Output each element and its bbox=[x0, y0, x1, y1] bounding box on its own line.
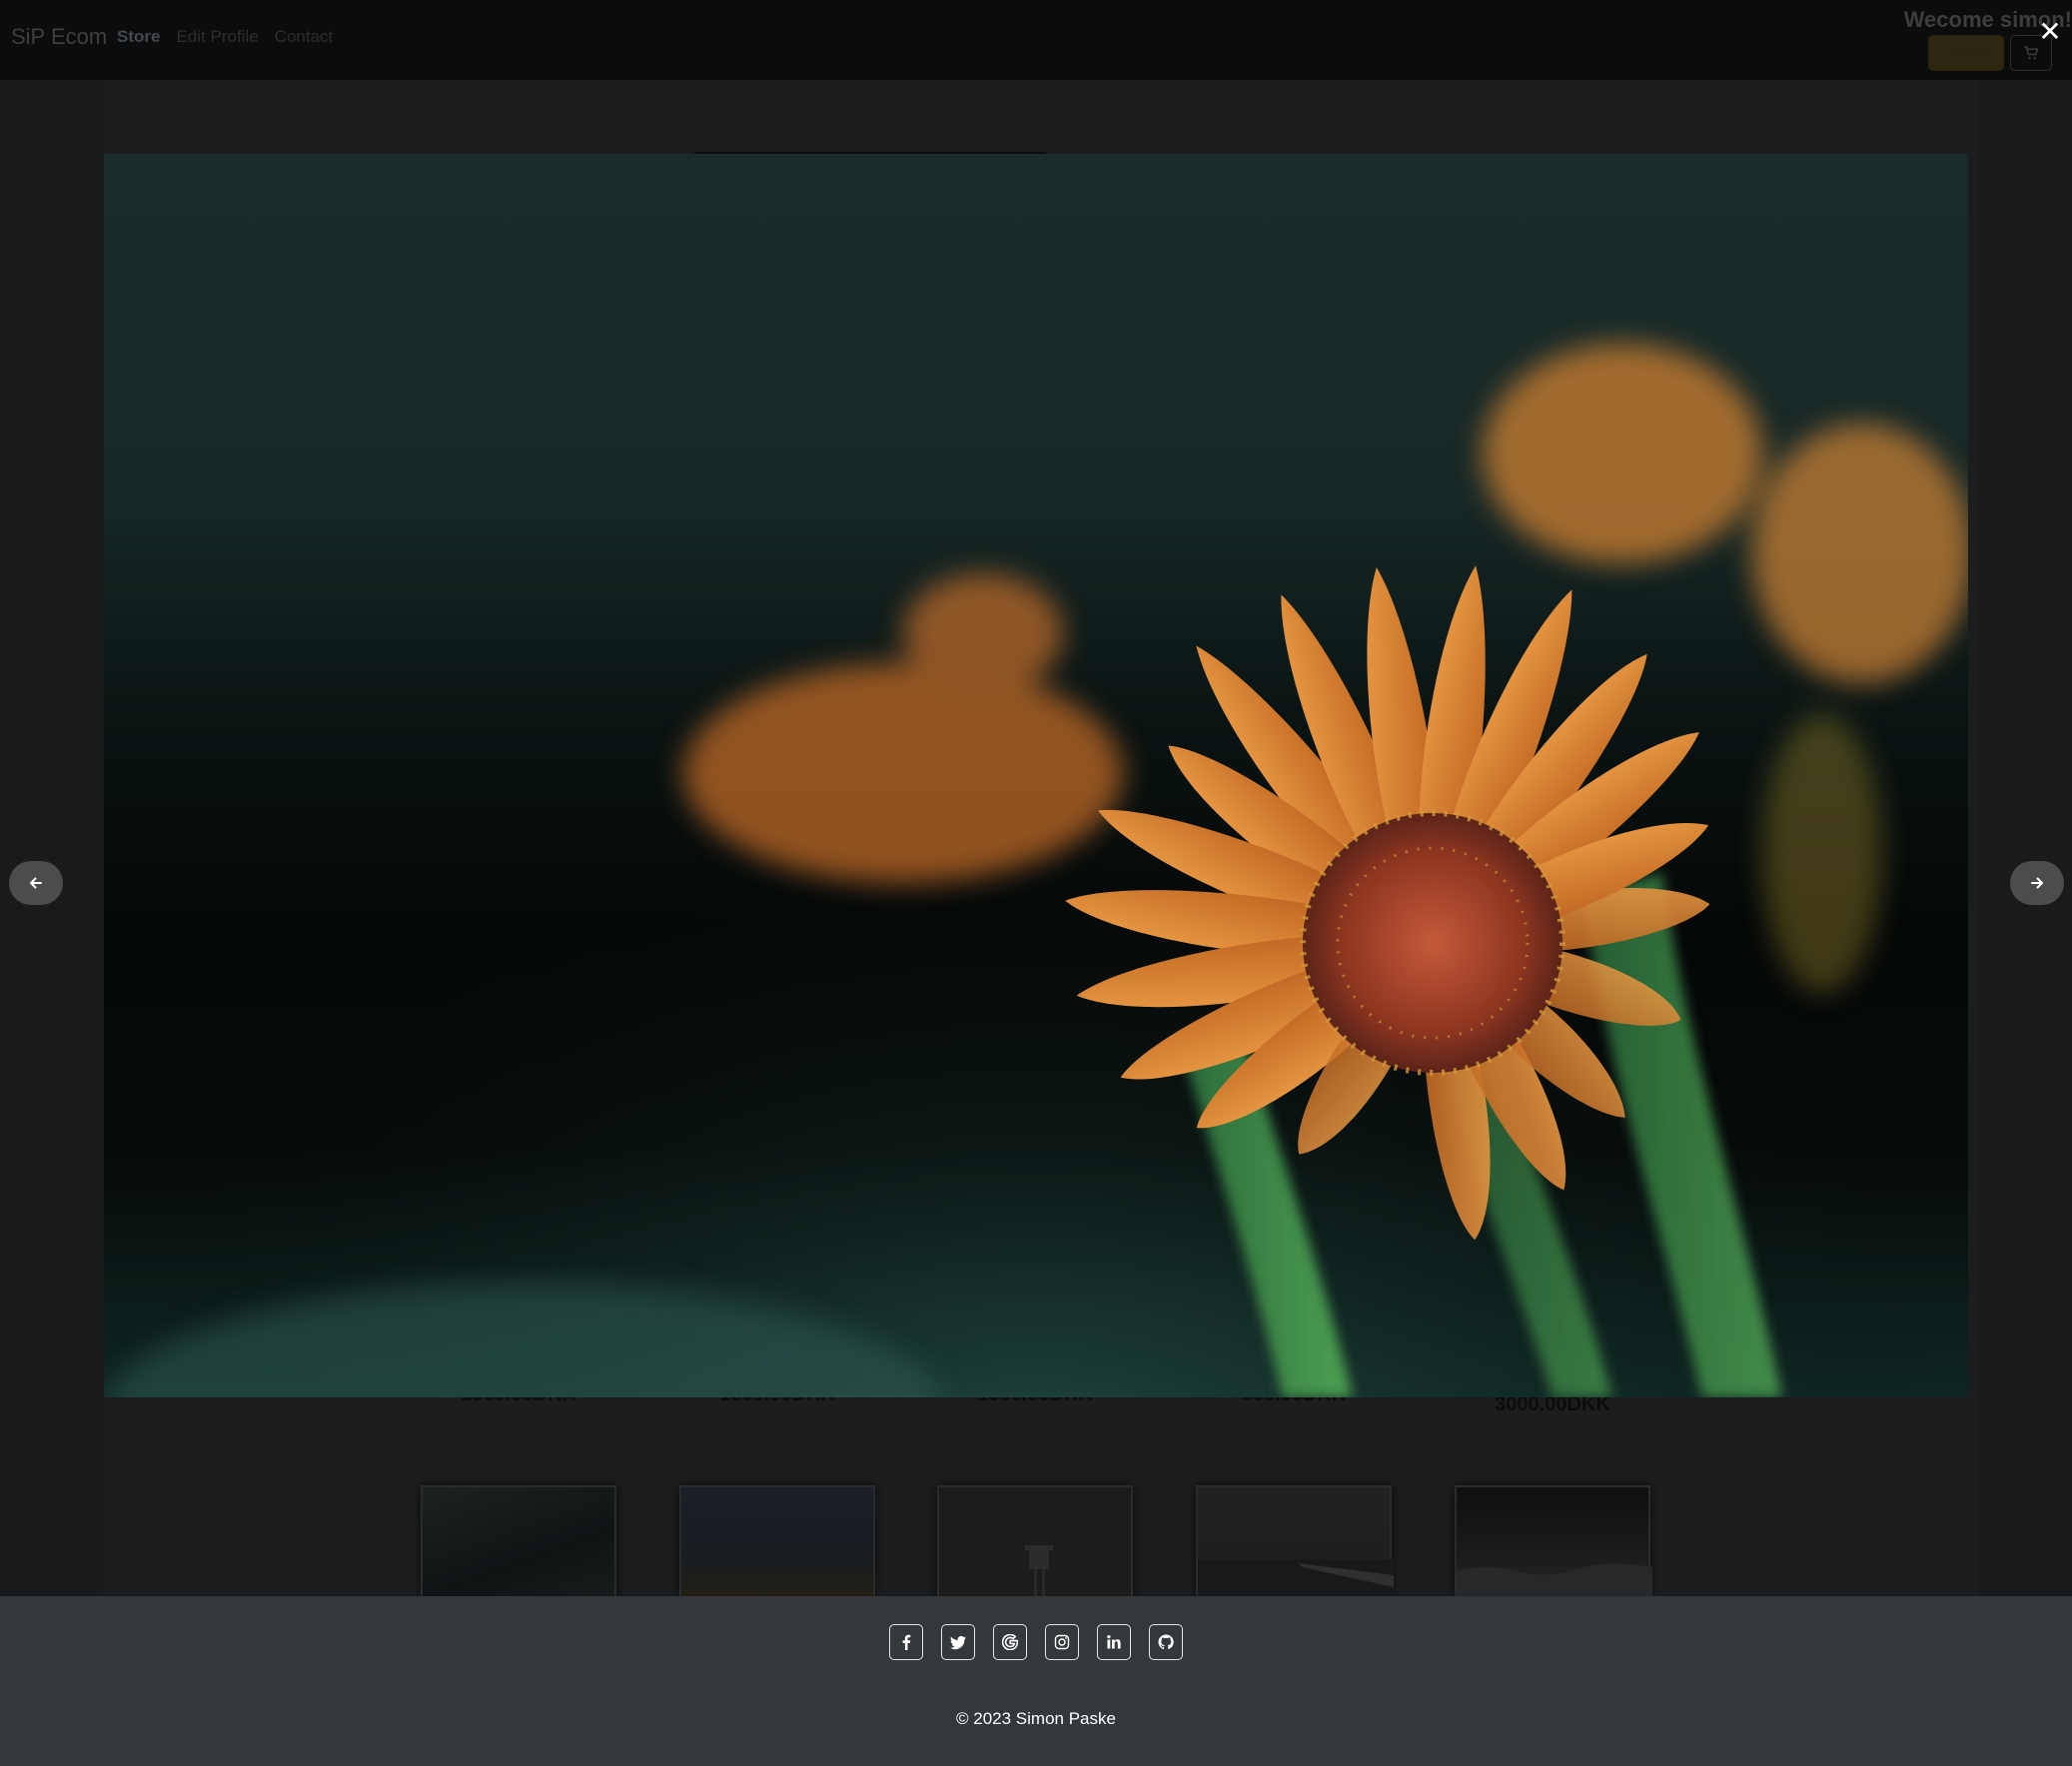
arrow-left-icon bbox=[30, 877, 42, 889]
nav-link-contact[interactable]: Contact bbox=[275, 27, 334, 47]
twitter-icon bbox=[950, 1635, 966, 1650]
lifeguard-tower-image bbox=[1025, 1545, 1053, 1599]
rocky-shore-image bbox=[1457, 1563, 1652, 1607]
navbar: SiP Ecom Store Edit Profile Contact Weco… bbox=[0, 0, 2072, 80]
linkedin-icon bbox=[1107, 1635, 1121, 1649]
instagram-icon bbox=[1054, 1634, 1070, 1650]
product-thumbnail[interactable] bbox=[679, 1485, 875, 1605]
facebook-button[interactable] bbox=[889, 1624, 923, 1660]
nav-link-edit-profile[interactable]: Edit Profile bbox=[176, 27, 258, 47]
product-thumbnail[interactable] bbox=[421, 1485, 616, 1605]
product-thumbnail[interactable] bbox=[1196, 1485, 1394, 1607]
flower-photo bbox=[104, 154, 1968, 1397]
github-button[interactable] bbox=[1149, 1624, 1183, 1660]
footer: © 2023 Simon Paske bbox=[0, 1596, 2072, 1766]
logout-button[interactable]: Logout bbox=[1928, 35, 2004, 71]
product-thumbnail[interactable] bbox=[937, 1485, 1133, 1605]
google-button[interactable] bbox=[993, 1624, 1027, 1660]
nav-links: Store Edit Profile Contact bbox=[117, 27, 333, 47]
product-thumbnails bbox=[0, 1485, 2072, 1607]
instagram-button[interactable] bbox=[1045, 1624, 1079, 1660]
linkedin-button[interactable] bbox=[1097, 1624, 1131, 1660]
copyright-text: © 2023 Simon Paske bbox=[956, 1709, 1116, 1728]
github-icon bbox=[1158, 1634, 1174, 1650]
lightbox-image bbox=[104, 154, 1968, 1397]
product-thumbnail[interactable] bbox=[1455, 1485, 1652, 1607]
close-icon[interactable]: ✕ bbox=[2038, 18, 2062, 46]
pier-image bbox=[1198, 1559, 1394, 1607]
twitter-button[interactable] bbox=[941, 1624, 975, 1660]
brand-logo[interactable]: SiP Ecom bbox=[11, 24, 107, 50]
facebook-icon bbox=[902, 1634, 911, 1650]
next-image-button[interactable] bbox=[2010, 861, 2064, 905]
arrow-right-icon bbox=[2031, 877, 2043, 889]
google-icon bbox=[1002, 1634, 1018, 1650]
previous-image-button[interactable] bbox=[9, 861, 63, 905]
social-links bbox=[0, 1624, 2072, 1660]
nav-link-store[interactable]: Store bbox=[117, 27, 160, 47]
